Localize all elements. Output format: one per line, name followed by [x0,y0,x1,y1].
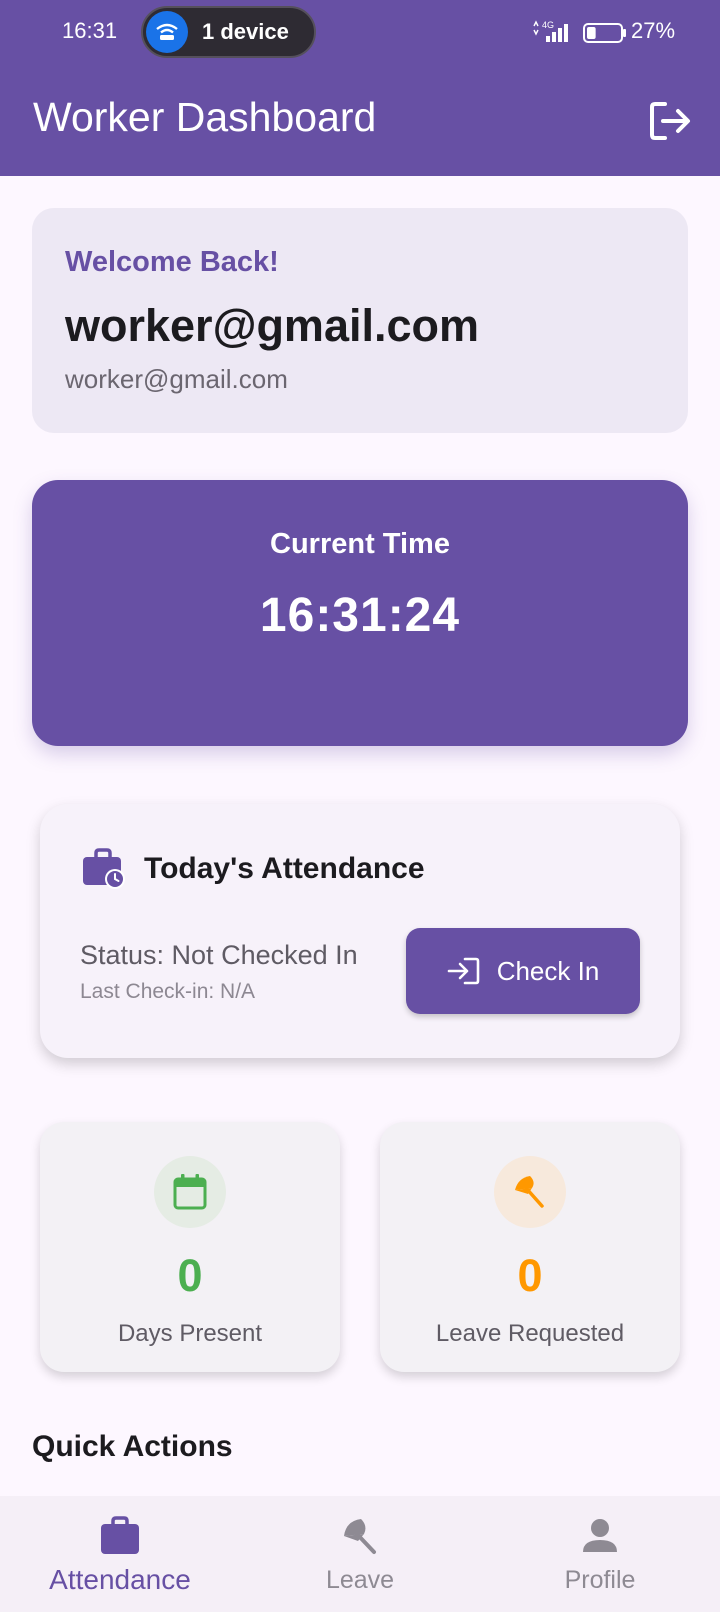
current-time-card: Current Time 16:31:24 [32,480,688,746]
nav-label-profile: Profile [564,1566,636,1594]
status-time: 16:31 [62,18,118,43]
beach-umbrella-icon [240,1516,480,1556]
user-name: worker@gmail.com [65,300,480,351]
calendar-icon [154,1156,226,1228]
nav-item-profile[interactable]: Profile [480,1496,720,1612]
page-title: Worker Dashboard [33,94,377,140]
current-time-label: Current Time [270,528,450,560]
quick-actions-title: Quick Actions [32,1430,233,1463]
signal-icon: 4G [532,20,574,49]
hotspot-icon [146,11,188,53]
user-email: worker@gmail.com [65,364,288,394]
person-icon [480,1516,720,1556]
check-in-label: Check In [496,955,600,986]
welcome-greeting: Welcome Back! [65,246,279,278]
nav-item-attendance[interactable]: Attendance [0,1496,240,1612]
battery-icon [583,22,627,49]
days-present-card: 0 Days Present [40,1122,340,1372]
briefcase-icon [0,1516,240,1556]
login-icon [447,957,479,985]
leave-requested-label: Leave Requested [435,1320,625,1347]
battery-percent: 27% [631,18,676,43]
attendance-title: Today's Attendance [144,852,425,885]
nav-label-leave: Leave [325,1566,395,1594]
hotspot-label: 1 device [202,19,289,44]
beach-umbrella-icon [494,1156,566,1228]
welcome-card: Welcome Back! worker@gmail.com worker@gm… [32,208,688,433]
leave-requested-card: 0 Leave Requested [380,1122,680,1372]
days-present-value: 0 [177,1250,203,1301]
attendance-status: Status: Not Checked In [80,940,358,970]
bottom-navigation: Attendance Leave Profile [0,1496,720,1612]
hotspot-indicator[interactable]: 1 device [141,6,316,58]
network-type: 4G [542,20,554,30]
nav-label-attendance: Attendance [49,1564,191,1595]
app-header: 16:31 1 device 4G 27% Worker Dashboard [0,0,720,176]
leave-requested-value: 0 [517,1250,543,1301]
logout-button[interactable] [645,96,695,146]
attendance-card: Today's Attendance Status: Not Checked I… [40,804,680,1058]
briefcase-clock-icon [82,848,126,895]
nav-item-leave[interactable]: Leave [240,1496,480,1612]
current-time-value: 16:31:24 [259,589,461,642]
check-in-button[interactable]: Check In [406,928,640,1014]
logout-icon [650,102,690,140]
days-present-label: Days Present [117,1320,263,1347]
last-checkin: Last Check-in: N/A [80,980,256,1003]
